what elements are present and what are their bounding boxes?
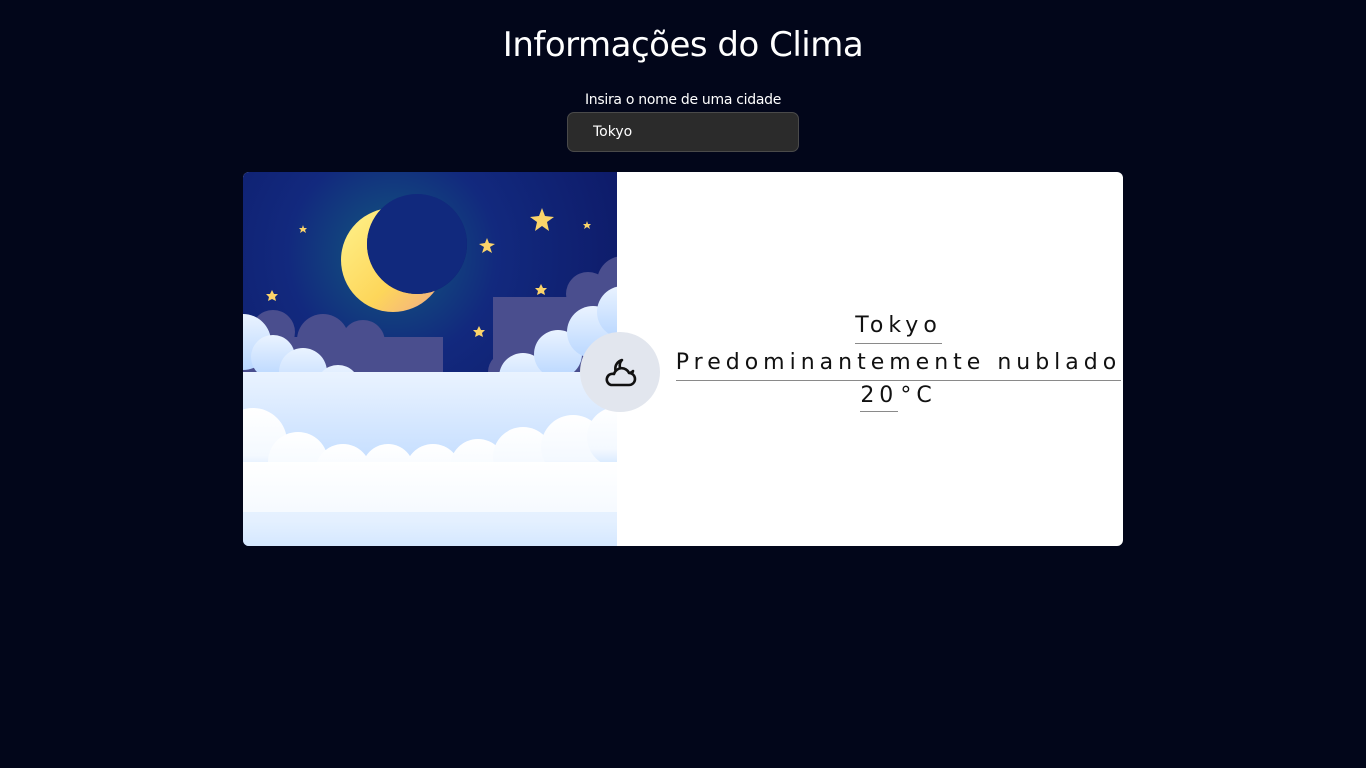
city-name: Tokyo xyxy=(855,307,942,344)
weather-card: Tokyo Predominantemente nublado 20 °C xyxy=(243,172,1123,546)
temperature: 20 °C xyxy=(860,381,936,412)
weather-info: Tokyo Predominantemente nublado 20 °C xyxy=(674,172,1123,546)
night-sky-illustration xyxy=(243,172,617,546)
temperature-unit: °C xyxy=(900,382,937,408)
page-title: Informações do Clima xyxy=(502,25,864,65)
search-label: Insira o nome de uma cidade xyxy=(584,92,782,108)
cloud-moon-icon xyxy=(605,358,637,387)
weather-description: Predominantemente nublado xyxy=(675,344,1122,381)
weather-icon-badge xyxy=(580,332,660,412)
weather-page: Informações do Clima Insira o nome de um… xyxy=(0,0,1366,768)
city-search-input[interactable] xyxy=(567,112,799,152)
temperature-value: 20 xyxy=(860,381,899,412)
